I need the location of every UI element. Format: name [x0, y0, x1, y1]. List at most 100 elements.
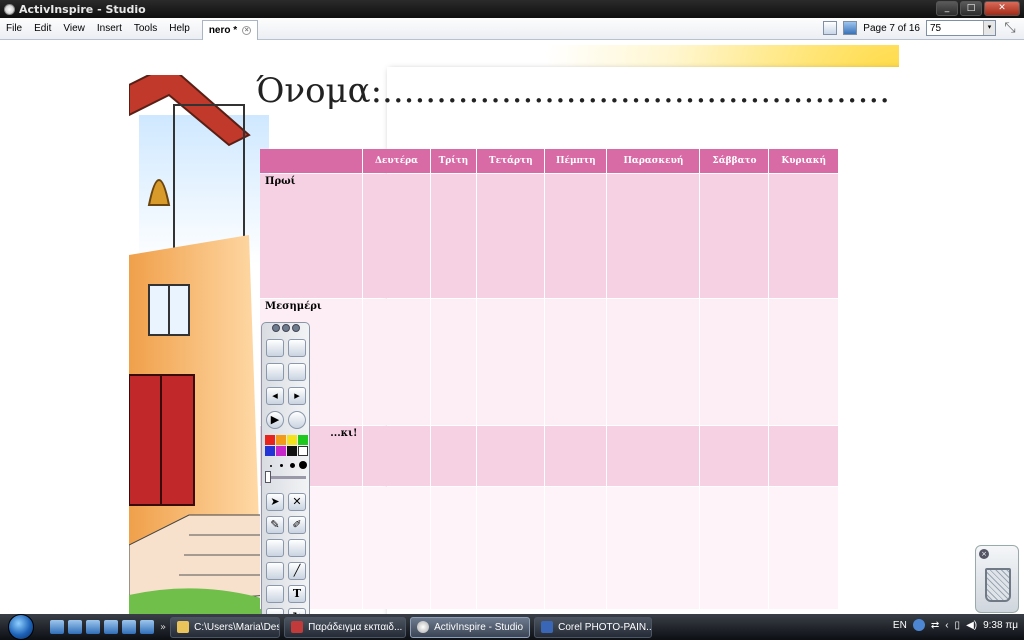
pen-width-4[interactable]	[299, 461, 307, 469]
select-cursor-icon[interactable]: ➤	[266, 493, 284, 511]
color-swatch-yellow[interactable]	[287, 435, 297, 445]
menu-tools[interactable]: Tools	[128, 23, 163, 34]
toolbox-header[interactable]	[262, 323, 309, 335]
globe-icon[interactable]	[288, 411, 306, 429]
network-icon[interactable]: ⇄	[931, 620, 939, 631]
pen-icon[interactable]: ✎	[266, 516, 284, 534]
volume-icon[interactable]: ◀)	[966, 620, 977, 631]
close-button[interactable]: ✕	[984, 1, 1020, 16]
trash-bin-icon[interactable]	[985, 568, 1011, 602]
toolbox-minimize-icon[interactable]	[281, 324, 290, 332]
next-page-icon[interactable]: ▸	[288, 387, 306, 405]
cell[interactable]	[607, 426, 700, 486]
menu-edit[interactable]: Edit	[28, 23, 57, 34]
switch-windows-icon[interactable]	[68, 620, 82, 634]
fullscreen-icon[interactable]: ⤡	[1002, 20, 1018, 36]
menu-view[interactable]: View	[57, 23, 91, 34]
show-desktop-icon[interactable]	[50, 620, 64, 634]
menu-insert[interactable]: Insert	[91, 23, 128, 34]
tools-icon[interactable]: ✕	[288, 493, 306, 511]
cell[interactable]	[545, 487, 607, 609]
zoom-select[interactable]: 75 ▾	[926, 20, 996, 36]
cell[interactable]	[700, 299, 769, 425]
start-button[interactable]	[8, 614, 34, 640]
task-document[interactable]: Παράδειγμα εκπαιδ...	[284, 616, 407, 638]
color-swatch-green[interactable]	[298, 435, 308, 445]
cell[interactable]	[700, 487, 769, 609]
cell[interactable]	[363, 487, 430, 609]
highlighter-icon[interactable]: ✐	[288, 516, 306, 534]
maximize-button[interactable]: □	[960, 1, 982, 16]
cell[interactable]	[477, 487, 545, 609]
fill-icon[interactable]	[288, 539, 306, 557]
trash-panel[interactable]: ×	[975, 545, 1019, 613]
quick-launch-overflow-icon[interactable]: »	[160, 622, 166, 633]
cell[interactable]	[545, 426, 607, 486]
cell[interactable]	[700, 426, 769, 486]
chevron-down-icon[interactable]: ▾	[983, 21, 995, 35]
user-profile-icon[interactable]	[288, 339, 306, 357]
cell[interactable]	[363, 426, 430, 486]
language-indicator[interactable]: EN	[893, 620, 907, 631]
flipchart-canvas[interactable]: Όνομα:..................................…	[0, 41, 1024, 640]
menu-file[interactable]: File	[0, 23, 28, 34]
battery-icon[interactable]: ▯	[955, 620, 961, 631]
cell[interactable]	[769, 426, 838, 486]
play-icon[interactable]: ▶	[266, 411, 284, 429]
toolbox-menu-icon[interactable]	[271, 324, 280, 332]
task-activinspire[interactable]: ActivInspire - Studio	[410, 616, 531, 638]
toolbox-settings-icon[interactable]	[291, 324, 300, 332]
page-browser-icon[interactable]	[823, 21, 838, 35]
color-swatch-black[interactable]	[287, 446, 297, 456]
pen-width-3[interactable]	[290, 463, 295, 468]
quick-launch-icon[interactable]	[140, 620, 154, 634]
dual-user-icon[interactable]	[843, 21, 858, 35]
help-icon[interactable]	[912, 619, 925, 631]
pen-width-1[interactable]	[270, 465, 272, 467]
main-toolbox[interactable]: ◂ ▸ ▶ ➤ ✕ ✎ ✐ ╱ T ↻ ↶ ↷	[261, 322, 310, 640]
cell[interactable]	[430, 299, 477, 425]
folder-icon[interactable]	[122, 620, 136, 634]
cell[interactable]	[769, 174, 838, 298]
camera-icon[interactable]	[266, 585, 284, 603]
internet-explorer-icon[interactable]	[86, 620, 100, 634]
cell[interactable]	[430, 174, 477, 298]
tab-close-icon[interactable]: ×	[242, 25, 252, 35]
cell[interactable]	[769, 487, 838, 609]
resource-library-icon[interactable]	[266, 363, 284, 381]
color-swatch-magenta[interactable]	[276, 446, 286, 456]
cell[interactable]	[607, 487, 700, 609]
connector-icon[interactable]: ╱	[288, 562, 306, 580]
shape-icon[interactable]	[266, 562, 284, 580]
cell[interactable]	[769, 299, 838, 425]
tab-flipchart-nero[interactable]: nero * ×	[201, 19, 259, 40]
cell[interactable]	[430, 487, 477, 609]
clock[interactable]: 9:38 πμ	[983, 620, 1018, 631]
cell[interactable]	[477, 174, 545, 298]
cell[interactable]	[545, 174, 607, 298]
trash-close-icon[interactable]: ×	[979, 549, 989, 559]
cell[interactable]	[607, 299, 700, 425]
minimize-button[interactable]: _	[936, 1, 958, 16]
menu-help[interactable]: Help	[163, 23, 196, 34]
weekly-schedule-table[interactable]: Δευτέρα Τρίτη Τετάρτη Πέμπτη Παρασκευή Σ…	[259, 148, 839, 610]
cell[interactable]	[545, 299, 607, 425]
tool-settings-icon[interactable]	[288, 363, 306, 381]
color-swatch-red[interactable]	[265, 435, 275, 445]
pen-width-slider-handle[interactable]	[265, 471, 271, 483]
cell[interactable]	[477, 299, 545, 425]
cell[interactable]	[477, 426, 545, 486]
media-player-icon[interactable]	[104, 620, 118, 634]
pen-width-2[interactable]	[280, 464, 283, 467]
task-explorer-folder[interactable]: C:\Users\Maria\Des...	[170, 616, 281, 638]
task-corel[interactable]: Corel PHOTO-PAIN...	[534, 616, 653, 638]
cell[interactable]	[430, 426, 477, 486]
cell[interactable]	[607, 174, 700, 298]
cell[interactable]	[363, 299, 430, 425]
name-heading[interactable]: Όνομα:..................................…	[256, 71, 890, 111]
eraser-icon[interactable]	[266, 539, 284, 557]
tray-expand-icon[interactable]: ‹	[945, 620, 948, 631]
previous-page-icon[interactable]: ◂	[266, 387, 284, 405]
color-swatch-blue[interactable]	[265, 446, 275, 456]
color-swatch-orange[interactable]	[276, 435, 286, 445]
